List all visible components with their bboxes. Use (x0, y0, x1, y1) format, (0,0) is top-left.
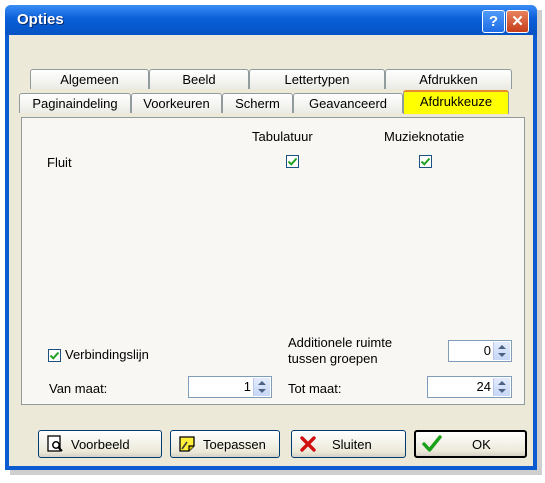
tab-scherm[interactable]: Scherm (222, 93, 293, 113)
to-measure-label: Tot maat: (288, 381, 342, 396)
check-icon (49, 351, 60, 360)
spin-buttons[interactable] (253, 378, 270, 396)
tab-label: Algemeen (60, 72, 119, 87)
tab-label: Beeld (182, 72, 216, 87)
tab-label: Afdrukkeuze (419, 94, 493, 109)
tab-label: Voorkeuren (143, 96, 210, 111)
spin-up-icon[interactable] (498, 381, 506, 385)
close-button[interactable]: Sluiten (291, 430, 406, 458)
extra-space-label-line2: tussen groepen (288, 351, 378, 366)
ok-check-icon (422, 434, 442, 454)
spin-down-icon[interactable] (258, 389, 266, 393)
tab-algemeen[interactable]: Algemeen (30, 69, 149, 89)
tab-afdrukken[interactable]: Afdrukken (385, 69, 512, 89)
preview-icon (45, 434, 65, 454)
tab-geavanceerd[interactable]: Geavanceerd (293, 93, 403, 113)
apply-icon (177, 434, 197, 454)
check-icon (287, 157, 298, 166)
tab-afdrukkeuze[interactable]: Afdrukkeuze (403, 90, 509, 114)
muzieknotatie-checkbox[interactable] (419, 155, 432, 168)
tab-label: Lettertypen (284, 72, 350, 87)
from-measure-value: 1 (243, 379, 251, 394)
verbindingslijn-checkbox[interactable] (48, 349, 61, 362)
tab-label: Geavanceerd (308, 96, 388, 111)
tab-paginaindeling[interactable]: Paginaindeling (19, 93, 131, 113)
tab-label: Paginaindeling (32, 96, 118, 111)
help-icon: ? (488, 13, 499, 30)
extra-space-label-line1: Additionele ruimte (288, 335, 393, 350)
preview-label: Voorbeeld (71, 436, 130, 452)
help-button[interactable]: ? (482, 10, 505, 33)
extra-space-value: 0 (483, 343, 491, 358)
apply-button[interactable]: Toepassen (170, 430, 280, 458)
close-icon: ✕ (511, 13, 524, 30)
tab-label: Afdrukken (419, 72, 478, 87)
x-icon (298, 434, 318, 454)
spin-buttons[interactable] (493, 342, 510, 360)
window-shadow-bottom (10, 470, 542, 475)
column-header-tabulatuur: Tabulatuur (252, 129, 313, 144)
spin-down-icon[interactable] (498, 389, 506, 393)
spin-buttons[interactable] (493, 378, 510, 396)
extra-space-spinner[interactable]: 0 (448, 340, 512, 362)
tabulatuur-checkbox[interactable] (286, 155, 299, 168)
title-bar[interactable]: Opties ? ✕ (5, 5, 537, 35)
options-dialog: Opties ? ✕ Algemeen Beeld Lettertypen Af… (5, 5, 537, 470)
verbindingslijn-label: Verbindingslijn (65, 347, 149, 362)
tab-label: Scherm (235, 96, 280, 111)
tab-lettertypen[interactable]: Lettertypen (249, 69, 385, 89)
window-shadow-right (537, 10, 542, 470)
to-measure-value: 24 (476, 379, 491, 394)
from-measure-label: Van maat: (49, 381, 108, 396)
spin-up-icon[interactable] (498, 345, 506, 349)
from-measure-spinner[interactable]: 1 (188, 376, 272, 398)
spin-up-icon[interactable] (258, 381, 266, 385)
tab-beeld[interactable]: Beeld (149, 69, 249, 89)
tab-voorkeuren[interactable]: Voorkeuren (131, 93, 222, 113)
ok-label: OK (472, 436, 491, 452)
preview-button[interactable]: Voorbeeld (38, 430, 162, 458)
close-label: Sluiten (332, 436, 372, 452)
ok-button[interactable]: OK (414, 430, 527, 458)
close-window-button[interactable]: ✕ (506, 10, 529, 33)
spin-down-icon[interactable] (498, 353, 506, 357)
window-title: Opties (17, 11, 64, 28)
dialog-body: Algemeen Beeld Lettertypen Afdrukken Pag… (9, 35, 533, 466)
instrument-label: Fluit (47, 155, 72, 170)
check-icon (420, 157, 431, 166)
apply-label: Toepassen (203, 436, 266, 452)
to-measure-spinner[interactable]: 24 (427, 376, 512, 398)
tab-page-afdrukkeuze: Tabulatuur Muzieknotatie Fluit Verbindin… (21, 117, 525, 405)
column-header-muzieknotatie: Muzieknotatie (384, 129, 465, 144)
